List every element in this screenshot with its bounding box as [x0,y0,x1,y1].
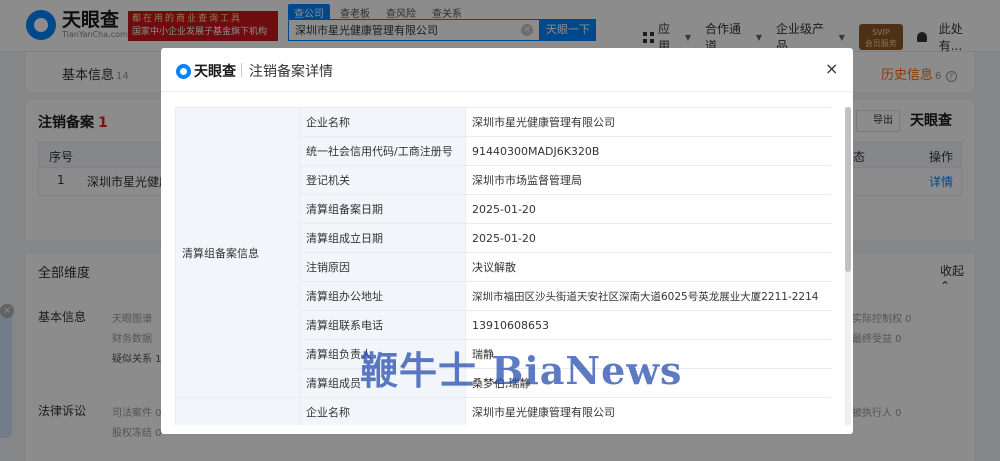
field-label: 清算组备案日期 [299,194,466,224]
modal-title: 注销备案详情 [249,64,333,80]
field-value: 深圳市市场监督管理局 [465,165,831,195]
field-value: 2025-01-20 [465,194,831,224]
field-label: 清算组联系电话 [299,310,466,340]
divider [241,63,242,77]
field-label: 登记机关 [299,165,466,195]
modal-header: 天眼查 注销备案详情 × [161,48,853,92]
scrollbar-thumb[interactable] [845,107,851,272]
group-label-next [175,397,300,425]
scrollbar[interactable] [845,107,851,425]
field-label: 统一社会信用代码/工商注册号 [299,136,466,166]
modal-logo-text: 天眼查 [194,64,236,80]
watermark: 鞭牛士 BiaNews [360,348,683,393]
table-row: 清算组备案信息 企业名称 深圳市星光健康管理有限公司 [175,107,831,398]
group-label: 清算组备案信息 [175,107,300,398]
close-icon[interactable]: × [825,60,838,78]
field-value: 决议解散 [465,252,831,282]
field-value: 深圳市星光健康管理有限公司 [465,107,831,137]
logo-icon [176,63,191,79]
field-label: 清算组成立日期 [299,223,466,253]
field-label: 企业名称 [299,397,466,425]
table-row: 企业名称 深圳市星光健康管理有限公司 [175,397,831,425]
field-label: 清算组办公地址 [299,281,466,311]
field-value: 深圳市星光健康管理有限公司 [465,397,831,425]
field-value: 2025-01-20 [465,223,831,253]
field-label: 企业名称 [299,107,466,137]
field-value: 深圳市福田区沙头街道天安社区深南大道6025号英龙展业大厦2211-2214 [465,281,831,311]
modal-logo: 天眼查 [176,61,236,81]
field-label: 注销原因 [299,252,466,282]
field-value: 13910608653 [465,310,831,340]
field-value: 91440300MADJ6K320B [465,136,831,166]
